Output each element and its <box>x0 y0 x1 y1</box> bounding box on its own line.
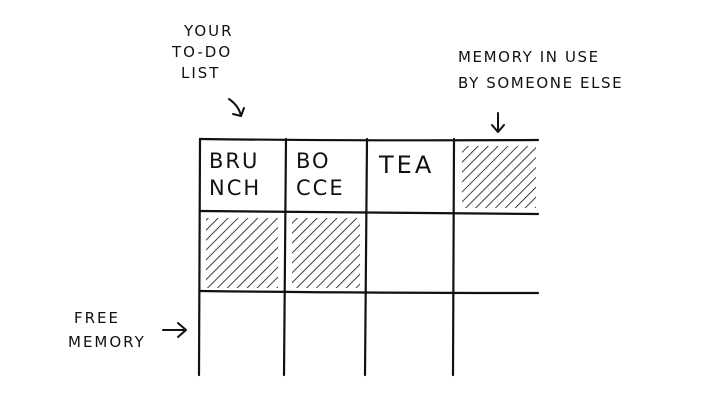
arrow-to-todo-list <box>228 98 245 117</box>
memory-in-use-line-1: MEMORY IN USE <box>458 48 600 66</box>
todo-list-line-3: LIST <box>181 64 221 82</box>
hatched-cell-row2-col2 <box>292 218 360 288</box>
hatched-cell-top-right <box>462 146 536 208</box>
cell-bocce-line-2: CCE <box>296 176 345 200</box>
cell-brunch-line-2: NCH <box>209 176 262 200</box>
free-memory-label: FREE MEMORY <box>68 306 146 354</box>
todo-list-line-1: YOUR <box>184 22 234 40</box>
hatched-cell-row2-col1 <box>206 218 278 288</box>
cell-tea: TEA <box>379 151 435 179</box>
cell-bocce-line-1: BO <box>296 149 331 173</box>
cell-brunch-line-1: BRU <box>209 149 260 173</box>
free-memory-line-1: FREE <box>74 309 121 327</box>
arrow-to-memory-in-use <box>491 112 505 133</box>
free-memory-line-2: MEMORY <box>68 333 146 351</box>
cell-bocce: BO CCE <box>296 148 345 202</box>
cell-brunch: BRU NCH <box>209 148 261 202</box>
arrow-to-free-memory <box>162 322 187 338</box>
todo-list-line-2: TO-DO <box>172 43 233 61</box>
memory-diagram: YOUR TO-DO LIST MEMORY IN USE BY SOMEONE… <box>0 0 726 413</box>
memory-in-use-line-2: BY SOMEONE ELSE <box>458 74 624 92</box>
memory-in-use-label: MEMORY IN USE BY SOMEONE ELSE <box>458 44 623 96</box>
todo-list-label: YOUR TO-DO LIST <box>172 21 234 84</box>
